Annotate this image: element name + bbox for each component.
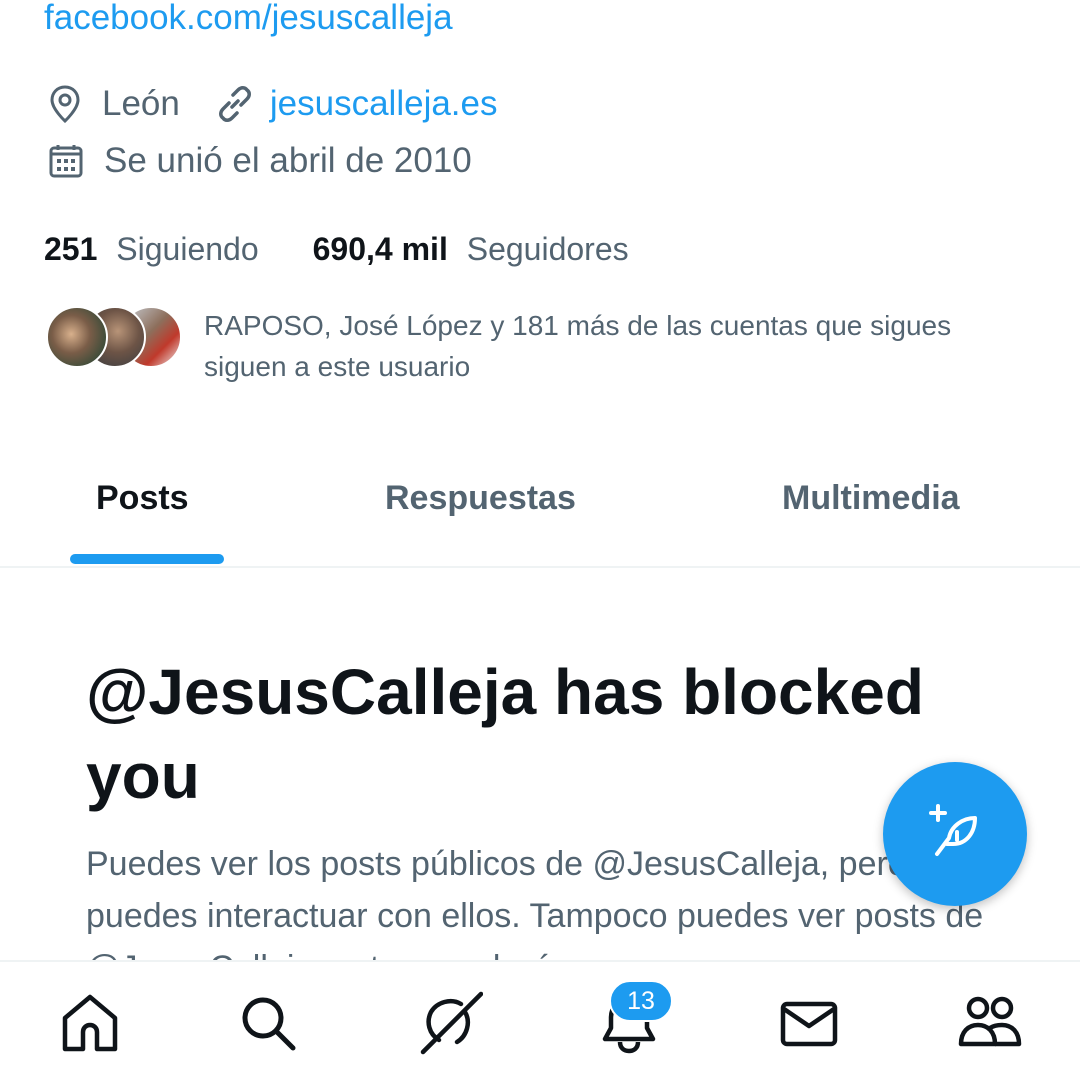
blocked-description: Puedes ver los posts públicos de @JesusC…	[86, 845, 984, 960]
followers-link[interactable]: 690,4 mil Seguidores	[313, 231, 629, 268]
website-link[interactable]: jesuscalleja.es	[270, 84, 498, 124]
followers-you-know-avatars[interactable]	[46, 306, 182, 368]
nav-grok[interactable]	[415, 990, 485, 1060]
facebook-link[interactable]: facebook.com/jesuscalleja	[44, 0, 453, 42]
following-label: Siguiendo	[116, 230, 259, 267]
tab-media[interactable]: Multimedia	[782, 470, 960, 526]
location-website-row: León jesuscalleja.es	[48, 80, 498, 128]
compose-post-icon	[923, 800, 987, 869]
tab-posts[interactable]: Posts	[96, 470, 189, 526]
communities-icon	[957, 992, 1023, 1059]
nav-search[interactable]	[233, 990, 303, 1060]
tabs-divider	[0, 566, 1080, 568]
location-pin-icon	[48, 84, 82, 124]
following-count: 251	[44, 230, 98, 267]
location-text: León	[102, 84, 180, 123]
tab-replies[interactable]: Respuestas	[385, 470, 576, 526]
grok-icon	[417, 990, 484, 1061]
joined-text: Se unió el abril de 2010	[104, 141, 472, 180]
nav-home[interactable]	[55, 990, 125, 1060]
joined-row: Se unió el abril de 2010	[48, 137, 472, 185]
nav-communities[interactable]	[955, 990, 1025, 1060]
compose-post-button[interactable]	[883, 762, 1027, 906]
followers-you-know-text[interactable]: RAPOSO, José López y 181 más de las cuen…	[204, 305, 1024, 387]
search-icon	[237, 992, 299, 1059]
nav-messages[interactable]	[774, 990, 844, 1060]
notification-count-badge: 13	[609, 980, 673, 1022]
active-tab-indicator	[70, 554, 224, 564]
followers-count: 690,4 mil	[312, 230, 448, 267]
follow-stats: 251 Siguiendo 690,4 mil Seguidores	[44, 226, 629, 272]
calendar-icon	[48, 143, 84, 179]
link-icon	[214, 83, 256, 125]
avatar	[46, 306, 108, 368]
bottom-navigation	[0, 960, 1080, 1082]
home-icon	[59, 992, 121, 1059]
messages-icon	[778, 992, 840, 1059]
following-link[interactable]: 251 Siguiendo	[44, 231, 259, 268]
followers-label: Seguidores	[466, 230, 629, 267]
